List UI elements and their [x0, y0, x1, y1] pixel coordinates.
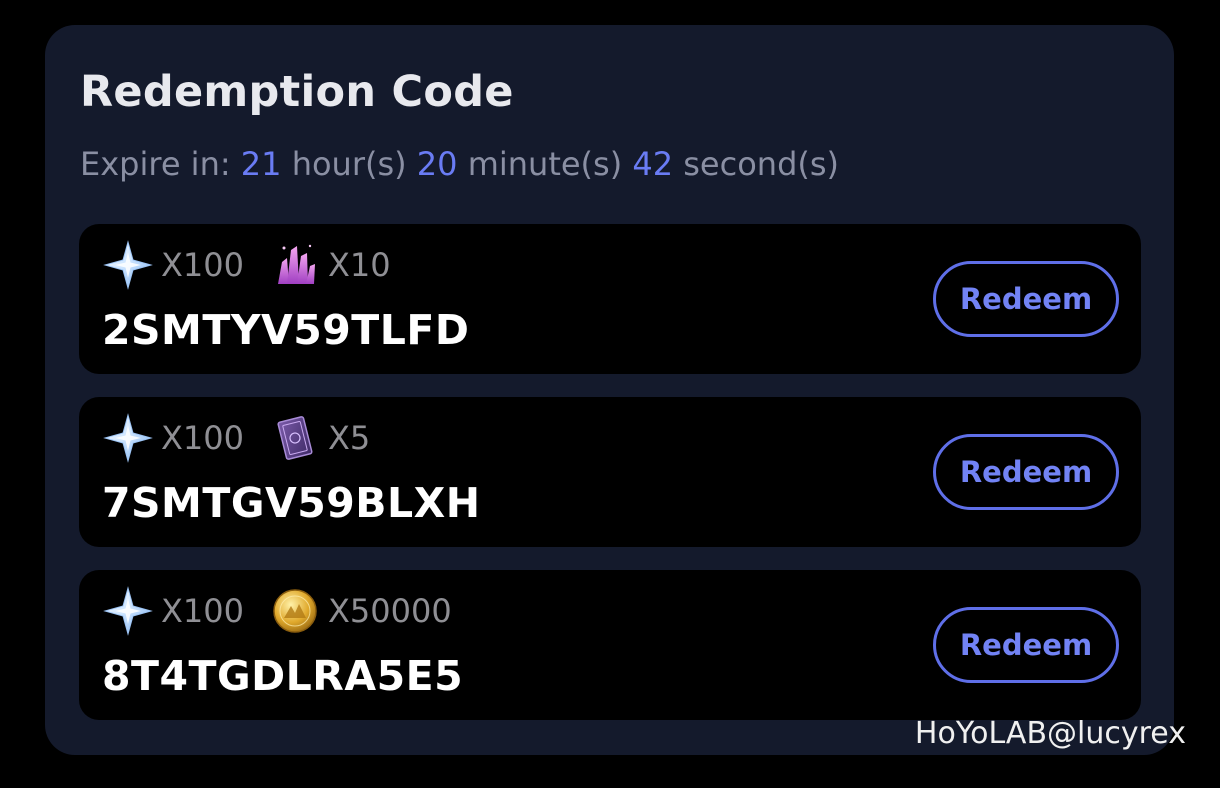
- code-row: X100 X5 7SMTGV59BLXH Redeem: [79, 397, 1141, 547]
- expire-countdown: Expire in: 21 hour(s) 20 minute(s) 42 se…: [80, 145, 839, 183]
- expire-hours: 21: [240, 145, 282, 183]
- redemption-code: 7SMTGV59BLXH: [102, 479, 481, 527]
- watermark: HoYoLAB@lucyrex: [914, 716, 1186, 751]
- expire-label: Expire in:: [80, 145, 231, 183]
- expire-hours-unit: hour(s): [291, 145, 407, 183]
- expire-minutes-unit: minute(s): [467, 145, 623, 183]
- reward-item: X5: [270, 413, 370, 463]
- reward-qty: X100: [161, 592, 244, 630]
- reward-qty: X50000: [328, 592, 452, 630]
- expire-seconds-unit: second(s): [683, 145, 840, 183]
- reward-list: X100 X5: [103, 413, 370, 463]
- book-icon: [277, 416, 313, 460]
- reward-qty: X10: [328, 246, 391, 284]
- code-row: X100 X10 2SMTYV59TLFD Redeem: [79, 224, 1141, 374]
- reward-item: X100: [103, 413, 244, 463]
- reward-qty: X5: [328, 419, 371, 457]
- page-title: Redemption Code: [80, 67, 514, 117]
- reward-item: X100: [103, 240, 244, 290]
- stellar-jade-icon: [103, 413, 153, 463]
- code-row: X100 X50000 8T4TGDLRA5E5 Redeem: [79, 570, 1141, 720]
- redeem-button[interactable]: Redeem: [933, 434, 1119, 510]
- credit-coin-icon: [273, 589, 317, 633]
- redemption-code: 2SMTYV59TLFD: [102, 306, 470, 354]
- reward-item: X10: [270, 240, 391, 290]
- redeem-button[interactable]: Redeem: [933, 261, 1119, 337]
- reward-list: X100 X50000: [103, 586, 452, 636]
- crystal-icon: [278, 244, 315, 284]
- redeem-button[interactable]: Redeem: [933, 607, 1119, 683]
- reward-list: X100 X10: [103, 240, 391, 290]
- stellar-jade-icon: [103, 240, 153, 290]
- expire-seconds: 42: [632, 145, 674, 183]
- redemption-code: 8T4TGDLRA5E5: [102, 652, 464, 700]
- reward-item: X100: [103, 586, 244, 636]
- redemption-card: Redemption Code Expire in: 21 hour(s) 20…: [45, 25, 1174, 755]
- reward-item: X50000: [270, 586, 452, 636]
- reward-qty: X100: [161, 419, 244, 457]
- expire-minutes: 20: [416, 145, 458, 183]
- stellar-jade-icon: [103, 586, 153, 636]
- reward-qty: X100: [161, 246, 244, 284]
